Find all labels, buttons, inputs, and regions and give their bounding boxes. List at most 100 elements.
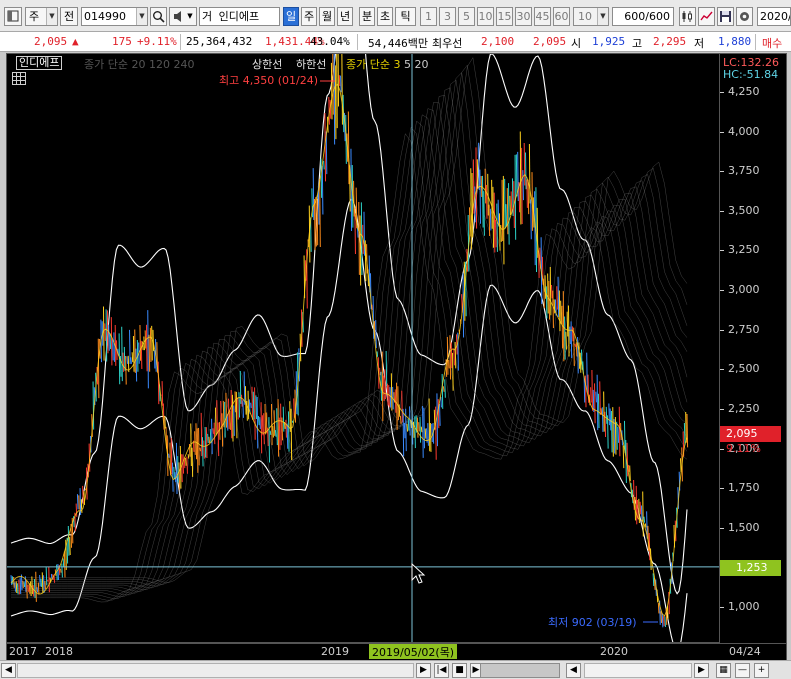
candle-mark <box>414 416 416 449</box>
candle-mark <box>201 437 204 467</box>
interval-15-button[interactable]: 15 <box>496 7 513 26</box>
zoom-out-button[interactable]: ◀ <box>566 663 581 678</box>
settings-button[interactable] <box>736 7 753 26</box>
candle-mark <box>515 154 518 197</box>
data-count-input[interactable]: 600/600 <box>612 7 674 26</box>
candle-mark <box>617 426 620 443</box>
sound-button[interactable]: ▼ <box>169 7 197 26</box>
indicator-button[interactable] <box>698 7 715 26</box>
minus-button[interactable]: — <box>735 663 750 678</box>
candle-mark <box>252 391 255 420</box>
period-tick-button[interactable]: 틱 <box>395 7 416 26</box>
candle-mark <box>44 581 46 590</box>
price-chart[interactable]: 최고 4,350 (01/24) 최저 902 (03/19) 인디에프 종가 단… <box>6 53 720 643</box>
candle-mark <box>269 430 272 436</box>
period-day-button[interactable]: 일 <box>283 7 299 26</box>
stock-code-input[interactable]: 014990 ▼ <box>81 7 148 26</box>
candle-mark <box>567 305 570 357</box>
tile-view-button[interactable]: ▦ <box>716 663 731 678</box>
candle-mark <box>549 266 552 316</box>
candle-mark <box>618 406 621 457</box>
price-tick-label: 3,750 <box>728 164 760 178</box>
scroll-left-button[interactable]: ◀ <box>1 663 16 678</box>
candle-mark <box>471 172 474 238</box>
price-tick-label: 1,500 <box>728 520 760 534</box>
candle-mark <box>61 563 63 578</box>
candle-mark <box>341 54 343 125</box>
date-input[interactable]: 2020/ <box>757 7 791 26</box>
candle-mark <box>168 453 170 458</box>
save-button[interactable] <box>717 7 734 26</box>
zoom-slider[interactable] <box>584 663 692 678</box>
candle-mark <box>30 581 32 597</box>
period-month-button[interactable]: 월 <box>319 7 335 26</box>
interval-1-button[interactable]: 1 <box>420 7 437 26</box>
chart-type-button[interactable] <box>679 7 696 26</box>
interval-5-button[interactable]: 5 <box>458 7 475 26</box>
candle-mark <box>569 326 571 345</box>
period-second-button[interactable]: 초 <box>377 7 393 26</box>
interval-60-button[interactable]: 60 <box>553 7 570 26</box>
stock-name-field[interactable]: 거 인디에프 <box>199 7 280 26</box>
chart-toolbar: 주 ▼ 전 014990 ▼ ▼ 거 인디에프 일 주 월 년 분 초 틱 1 … <box>0 0 791 32</box>
window-menu-button[interactable] <box>4 7 22 26</box>
period-type-select[interactable]: 주 ▼ <box>25 7 58 26</box>
candle-mark <box>135 348 138 382</box>
candle-mark <box>686 414 689 448</box>
candle-mark <box>526 179 528 208</box>
chart-scrollbar[interactable]: ◀ ▶ |◀ ■ ▶| ◀ ▶ ▦ — + <box>0 660 791 679</box>
period-year-button[interactable]: 년 <box>337 7 353 26</box>
chart-canvas[interactable]: 최고 4,350 (01/24) 최저 902 (03/19) <box>7 54 720 643</box>
period-minute-button[interactable]: 분 <box>359 7 375 26</box>
interval-3-button[interactable]: 3 <box>439 7 456 26</box>
legend-stock-name[interactable]: 인디에프 <box>16 56 63 70</box>
candle-mark <box>330 62 333 120</box>
hc-label: HC:-51.84 <box>723 68 779 81</box>
price-axis: LC:132.26 HC:-51.84 4,250 4,000 3,750 3,500… <box>720 53 787 643</box>
candle-mark <box>476 159 479 189</box>
search-button[interactable] <box>150 7 167 26</box>
candle-mark <box>261 415 264 436</box>
candle-mark <box>596 374 599 431</box>
candle-mark <box>148 334 151 372</box>
zoom-in-button[interactable]: ▶ <box>694 663 709 678</box>
candle-mark <box>484 168 487 204</box>
scroll-right-button[interactable]: ▶ <box>416 663 431 678</box>
grid-icon[interactable] <box>12 72 26 85</box>
scroll-track[interactable] <box>17 663 414 678</box>
candle-mark <box>420 426 423 433</box>
high-price: 2,295 <box>653 35 687 48</box>
chevron-down-icon: ▼ <box>46 8 57 25</box>
candle-mark <box>254 387 256 440</box>
candle-mark <box>600 408 603 414</box>
candle-mark <box>439 404 441 426</box>
candle-mark <box>198 427 200 466</box>
candle-mark <box>597 393 600 429</box>
interval-30-button[interactable]: 30 <box>515 7 532 26</box>
candle-mark <box>336 54 338 129</box>
interval-select[interactable]: 10 ▼ <box>573 7 609 26</box>
chevron-down-icon: ▼ <box>597 8 608 25</box>
stop-button[interactable]: ■ <box>452 663 467 678</box>
candle-mark <box>442 386 445 392</box>
candle-mark <box>153 350 156 369</box>
candle-mark <box>419 416 422 443</box>
candle-mark <box>113 332 115 362</box>
candle-mark <box>228 398 230 429</box>
candle-mark <box>110 317 113 366</box>
candle-mark <box>272 425 274 438</box>
scroll-thumb[interactable] <box>480 663 560 678</box>
candle-mark <box>640 505 643 522</box>
candle-mark <box>108 324 110 351</box>
price-tick-mark <box>720 527 724 529</box>
period-week-button[interactable]: 주 <box>301 7 317 26</box>
candle-mark <box>504 178 506 229</box>
prev-button[interactable]: 전 <box>60 7 78 26</box>
first-page-button[interactable]: |◀ <box>434 663 449 678</box>
candle-mark <box>347 111 350 185</box>
candle-mark <box>295 371 298 415</box>
interval-10-button[interactable]: 10 <box>477 7 494 26</box>
plus-button[interactable]: + <box>754 663 769 678</box>
interval-45-button[interactable]: 45 <box>534 7 551 26</box>
candle-mark <box>493 192 496 253</box>
